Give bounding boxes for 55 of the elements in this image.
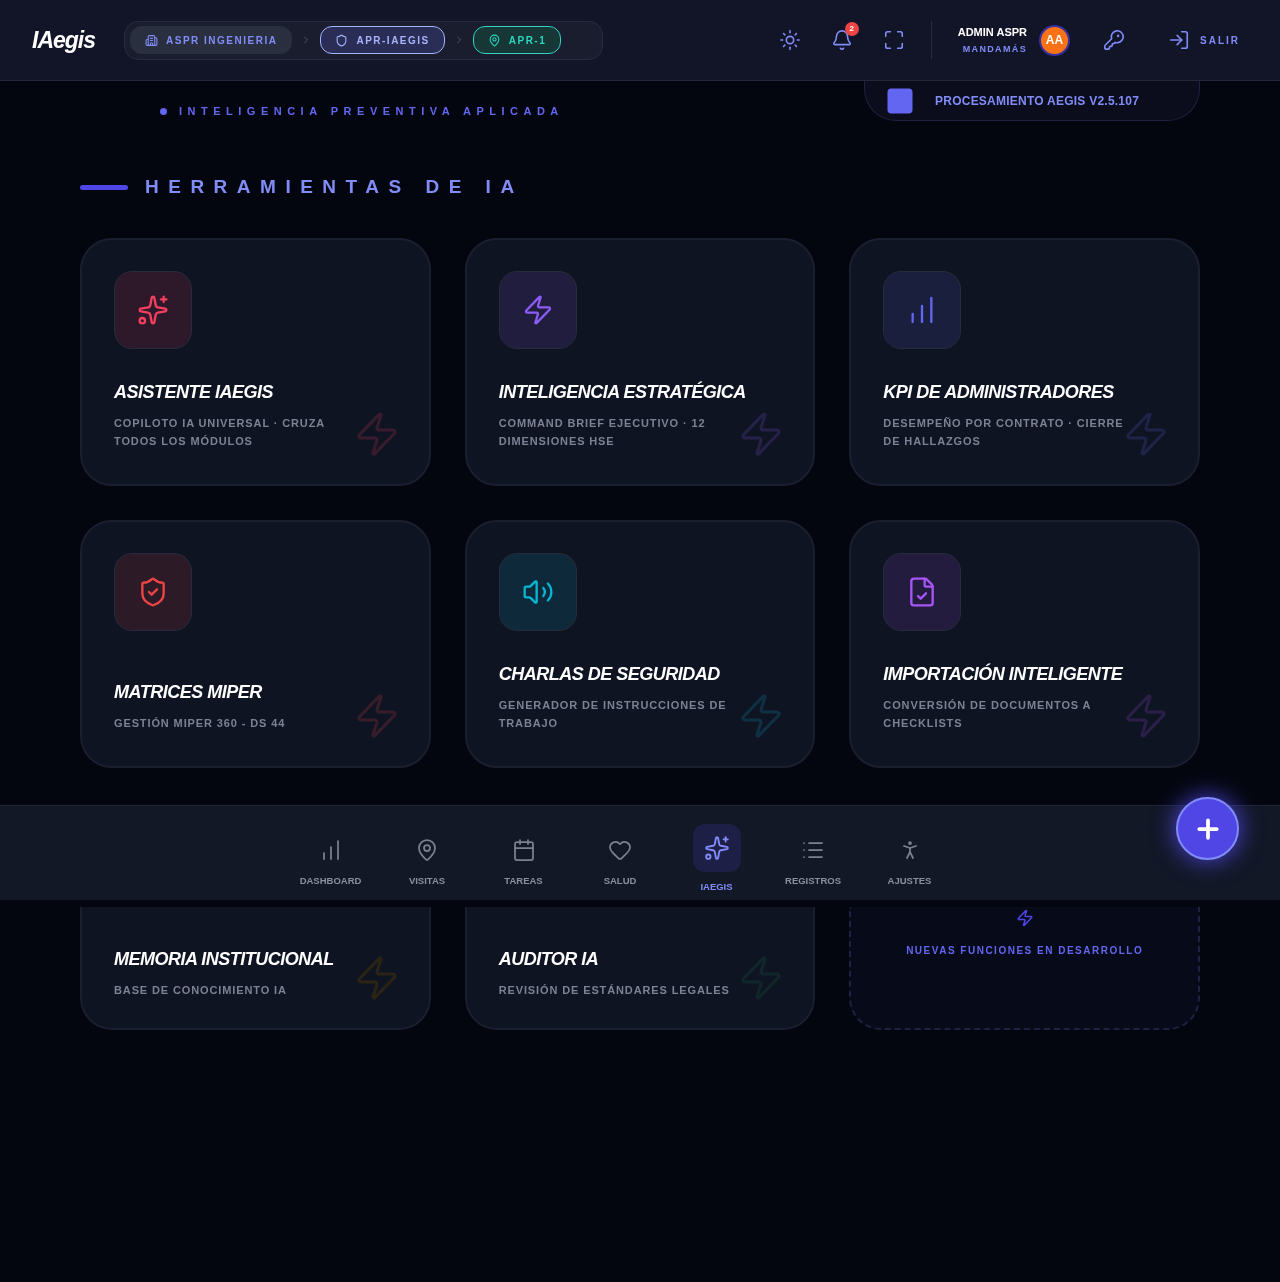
tool-description: REVISIÓN DE ESTÁNDARES LEGALES bbox=[498, 982, 731, 998]
tool-title: KPI DE ADMINISTRADORES bbox=[883, 380, 1115, 404]
tool-description: GESTIÓN MIPER 360 - DS 44 bbox=[114, 715, 287, 731]
tool-title: IMPORTACIÓN INTELIGENTE bbox=[883, 662, 1124, 686]
building-icon bbox=[145, 33, 158, 47]
shield-icon bbox=[335, 33, 349, 47]
bell-icon[interactable] bbox=[830, 29, 853, 51]
tagline: INTELIGENCIA PREVENTIVA APLICADA bbox=[179, 104, 564, 119]
tool-description: CONVERSIÓN DE DOCUMENTOS A CHECKLISTS bbox=[883, 697, 1092, 731]
nav-tab[interactable]: TAREAS bbox=[475, 811, 572, 889]
lightning-icon bbox=[1015, 908, 1034, 927]
fullscreen-icon[interactable] bbox=[882, 29, 905, 51]
tool-title: MEMORIA INSTITUCIONAL bbox=[114, 947, 335, 971]
nav-tab[interactable]: AJUSTES bbox=[861, 811, 958, 889]
tool-title: MATRICES MIPER bbox=[114, 680, 263, 704]
tool-title: ASISTENTE IAEGIS bbox=[114, 380, 275, 404]
nav-tab[interactable]: DASHBOARD bbox=[282, 811, 379, 889]
logout-icon bbox=[1168, 29, 1190, 51]
tool-description: COMMAND BRIEF EJECUTIVO · 12 DIMENSIONES HSE bbox=[498, 415, 707, 449]
logo[interactable]: IAegis bbox=[32, 22, 124, 58]
tool-title: INTELIGENCIA ESTRATÉGICA bbox=[498, 380, 747, 404]
logout-button[interactable]: SALIR bbox=[1168, 29, 1240, 51]
version-label: PROCESAMIENTO AEGIS V2.5.107 bbox=[935, 92, 1140, 110]
nav-tab[interactable]: SALUD bbox=[571, 811, 669, 889]
breadcrumb-chip[interactable]: APR-1 bbox=[472, 26, 562, 54]
tool-card[interactable]: MATRICES MIPER GESTIÓN MIPER 360 - DS 44 bbox=[80, 519, 431, 768]
tool-card[interactable]: INTELIGENCIA ESTRATÉGICA COMMAND BRIEF EJECUTIVO · 12 DIMENSIONES HSE bbox=[464, 237, 816, 486]
map-pin-icon bbox=[415, 837, 439, 862]
nav-tab[interactable]: VISITAS bbox=[378, 811, 476, 889]
sparkles-icon bbox=[703, 834, 730, 861]
map-pin-icon bbox=[487, 33, 501, 47]
nav-tab[interactable]: REGISTROS bbox=[764, 811, 862, 889]
breadcrumb-chip[interactable]: APR-IAEGIS bbox=[320, 26, 445, 54]
tool-title: AUDITOR IA bbox=[498, 947, 600, 971]
theme-toggle-icon[interactable] bbox=[778, 29, 801, 51]
tool-description: BASE DE CONOCIMIENTO IA bbox=[114, 982, 288, 998]
breadcrumb-chip[interactable]: ASPR INGENIERIA bbox=[130, 26, 293, 54]
notification-badge: 2 bbox=[844, 22, 859, 36]
section-title: HERRAMIENTAS DE IA bbox=[145, 175, 524, 199]
user-role: MANDAMÁS bbox=[962, 43, 1027, 56]
tool-title: CHARLAS DE SEGURIDAD bbox=[498, 662, 721, 686]
tool-card[interactable]: CHARLAS DE SEGURIDAD GENERADOR DE INSTRUCCIONES DE TRABAJO bbox=[464, 519, 816, 768]
tool-description: GENERADOR DE INSTRUCCIONES DE TRABAJO bbox=[498, 697, 728, 731]
upcoming-label: NUEVAS FUNCIONES EN DESARROLLO bbox=[906, 943, 1144, 958]
calendar-icon bbox=[511, 837, 536, 862]
tool-card[interactable]: MEMORIA INSTITUCIONAL BASE DE CONOCIMIENTO IA bbox=[80, 906, 431, 1030]
tool-card[interactable]: AUDITOR IA REVISIÓN DE ESTÁNDARES LEGALES bbox=[464, 906, 816, 1030]
key-icon[interactable] bbox=[1103, 29, 1125, 51]
tool-card[interactable]: IMPORTACIÓN INTELIGENTE CONVERSIÓN DE DOCUMENTOS A CHECKLISTS bbox=[849, 519, 1200, 768]
tool-card[interactable]: KPI DE ADMINISTRADORES DESEMPEÑO POR CONTRATO · CIERRE DE HALLAZGOS bbox=[849, 237, 1200, 486]
nav-tab[interactable]: IAEGIS bbox=[668, 811, 765, 895]
tool-description: COPILOTO IA UNIVERSAL · CRUZA TODOS LOS MÓDULOS bbox=[114, 415, 326, 449]
tool-description: DESEMPEÑO POR CONTRATO · CIERRE DE HALLAZGOS bbox=[883, 415, 1125, 449]
tool-card[interactable]: ASISTENTE IAEGIS COPILOTO IA UNIVERSAL · CRUZA TODOS LOS MÓDULOS bbox=[80, 237, 431, 486]
user-name: ADMIN ASPR bbox=[957, 24, 1027, 40]
